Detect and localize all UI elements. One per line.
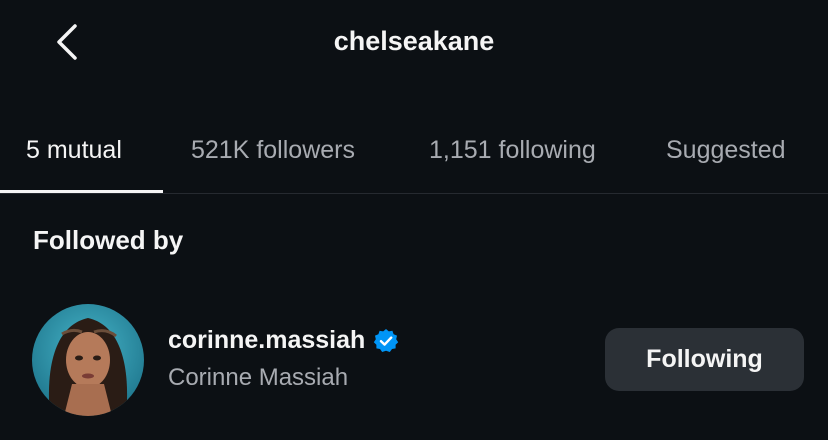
- tab-mutual[interactable]: 5 mutual: [26, 118, 122, 192]
- avatar[interactable]: [32, 304, 144, 416]
- page-title: chelseakane: [333, 26, 495, 56]
- tab-bar: 5 mutual 521K followers 1,151 following …: [0, 118, 828, 194]
- tab-followers[interactable]: 521K followers: [191, 118, 355, 192]
- header: chelseakane: [0, 0, 828, 90]
- active-tab-indicator: [0, 190, 163, 193]
- tab-following[interactable]: 1,151 following: [429, 118, 596, 192]
- avatar-image: [32, 304, 144, 416]
- list-item[interactable]: corinne.massiah Corinne Massiah Followin…: [0, 300, 828, 420]
- tab-suggested[interactable]: Suggested: [666, 118, 786, 192]
- verified-badge-icon: [373, 328, 399, 354]
- username-line: corinne.massiah: [168, 326, 399, 355]
- section-title: Followed by: [33, 225, 184, 255]
- followers-screen: chelseakane 5 mutual 521K followers 1,15…: [0, 0, 828, 440]
- full-name: Corinne Massiah: [168, 364, 349, 391]
- following-button[interactable]: Following: [605, 328, 804, 391]
- username[interactable]: corinne.massiah: [168, 326, 365, 355]
